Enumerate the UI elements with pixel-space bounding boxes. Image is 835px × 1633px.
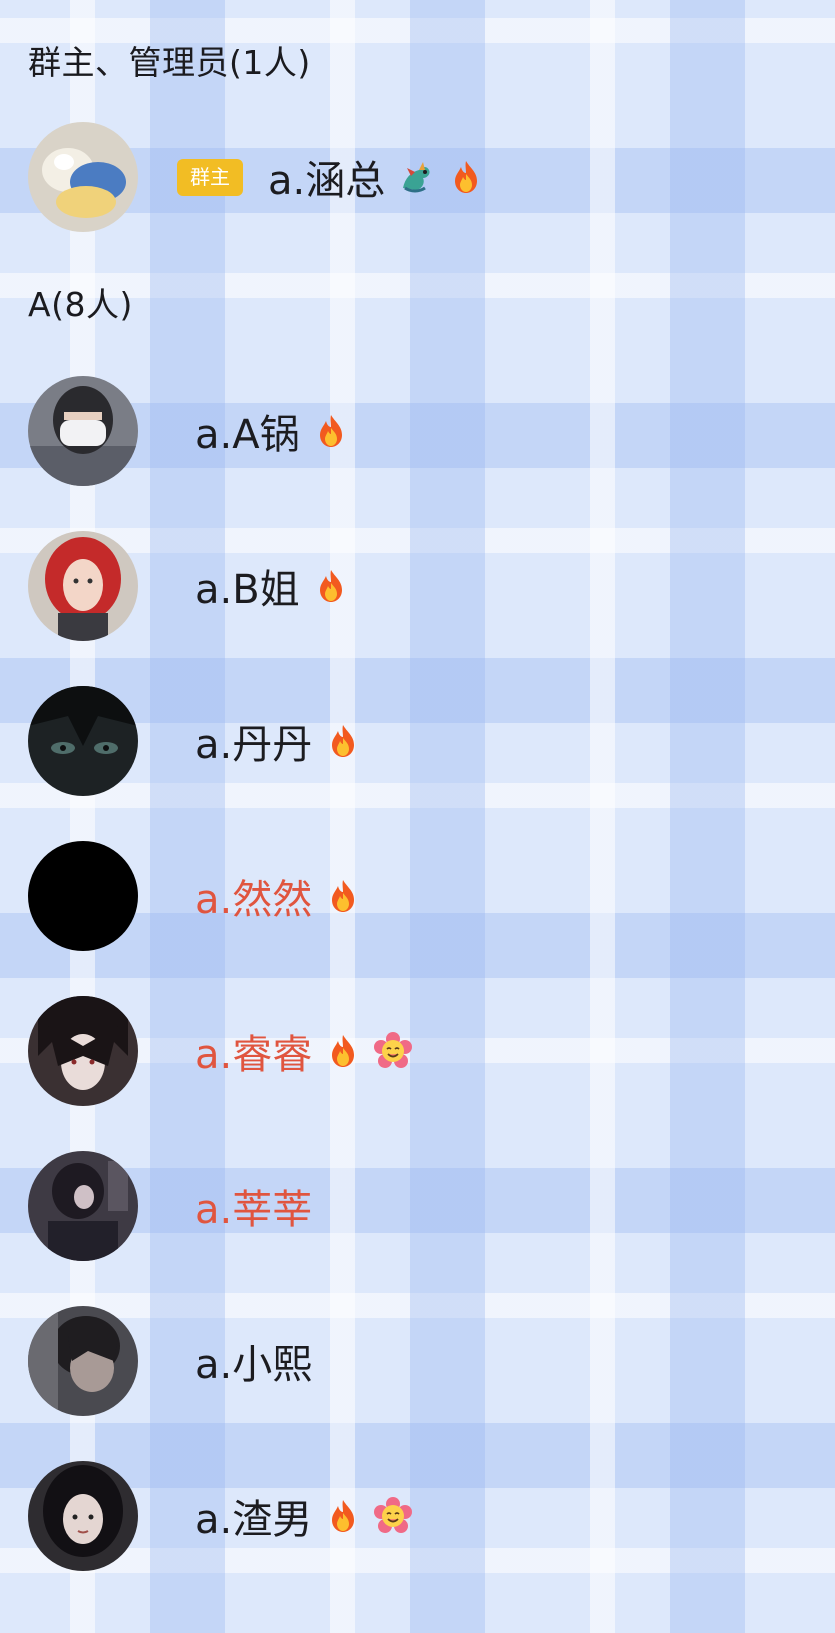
member-row[interactable]: a.小熙 [0,1306,835,1416]
avatar[interactable] [28,841,138,951]
member-name: a.睿睿 [195,1032,313,1078]
dragon-icon [397,158,435,196]
avatar[interactable] [28,1151,138,1261]
fire-icon [324,722,362,760]
member-name: a.莘莘 [195,1187,313,1233]
avatar[interactable] [28,531,138,641]
avatar[interactable] [28,1461,138,1571]
member-row[interactable]: a.渣男 [0,1461,835,1571]
avatar[interactable] [28,996,138,1106]
owner-role-badge: 群主 [177,159,243,196]
member-row[interactable]: a.莘莘 [0,1151,835,1261]
member-row-owner[interactable]: 群主 a.涵总 [0,122,835,232]
member-row[interactable]: a.然然 [0,841,835,951]
flower-icon [374,1497,413,1535]
member-name: a.丹丹 [195,722,313,768]
member-name: a.A锅 [195,412,300,458]
fire-icon [324,1497,362,1535]
section-header-admins: 群主、管理员(1人) [28,43,311,82]
member-name: a.B姐 [195,567,300,613]
fire-icon [324,877,362,915]
member-name: a.渣男 [195,1497,313,1543]
fire-icon [312,412,350,450]
member-row[interactable]: a.B姐 [0,531,835,641]
fire-icon [447,158,485,196]
member-name: a.涵总 [268,158,386,204]
fire-icon [312,567,350,605]
avatar[interactable] [28,376,138,486]
flower-icon [374,1032,413,1070]
member-name: a.小熙 [195,1342,313,1388]
section-header-a: A(8人) [28,285,133,324]
fire-icon [324,1032,362,1070]
avatar[interactable] [28,686,138,796]
member-row[interactable]: a.睿睿 [0,996,835,1106]
member-row[interactable]: a.丹丹 [0,686,835,796]
avatar[interactable] [28,122,138,232]
avatar[interactable] [28,1306,138,1416]
member-row[interactable]: a.A锅 [0,376,835,486]
member-name: a.然然 [195,877,313,923]
